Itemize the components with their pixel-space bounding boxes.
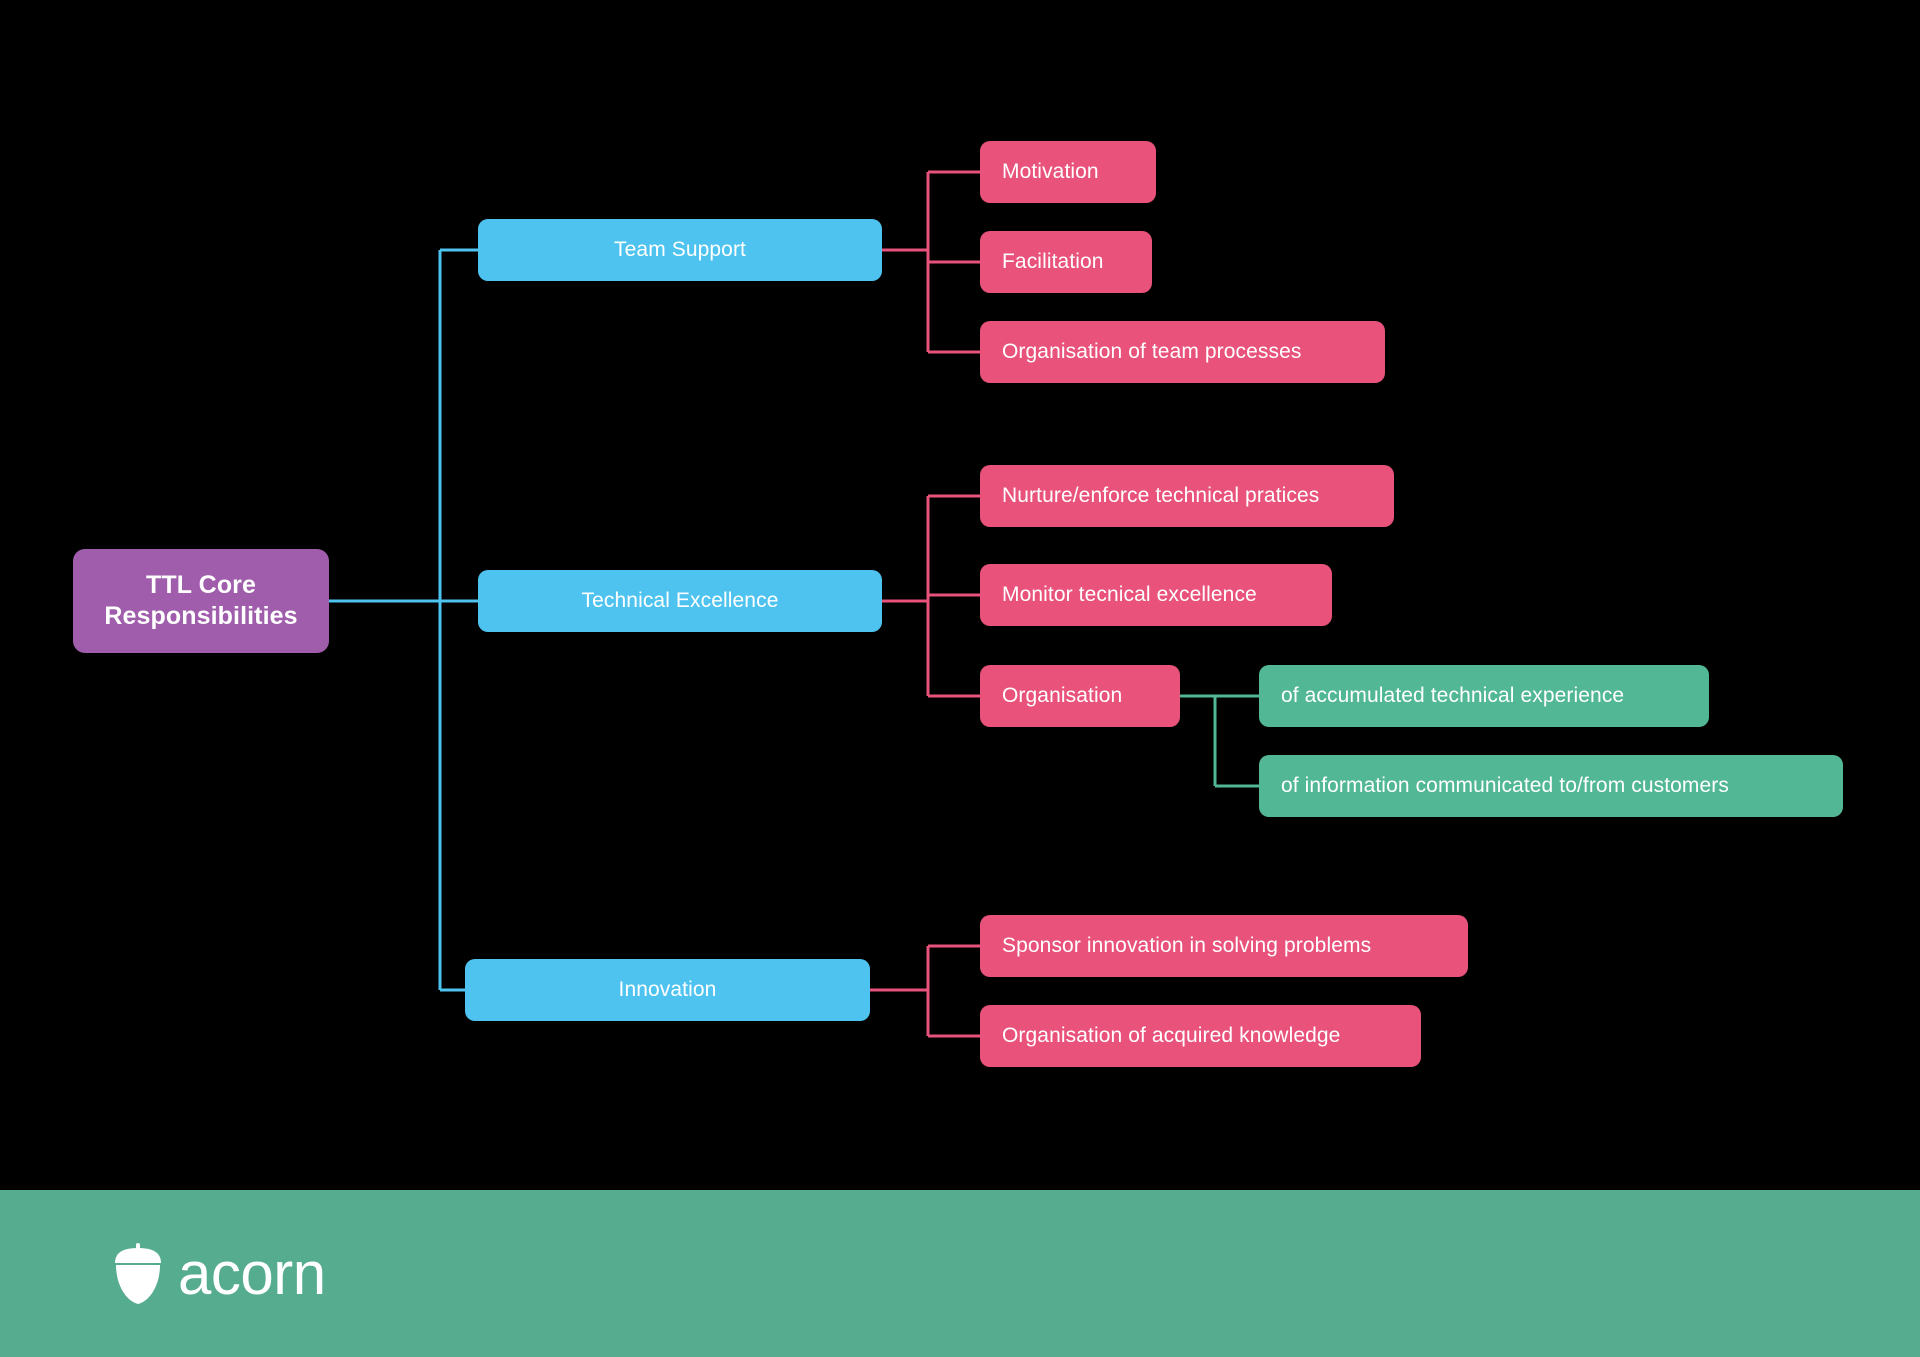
node-branch-technical-excellence-label: Technical Excellence [581,589,779,612]
node-root-label-line2: Responsibilities [104,602,298,630]
footer-bar: acorn [0,1190,1920,1357]
node-leaf-nurture-enforce-technical-pratices-label: Nurture/enforce technical pratices [1002,484,1320,507]
node-branch-innovation[interactable]: Innovation [465,959,870,1021]
node-leaf-monitor-tecnical-excellence-label: Monitor tecnical excellence [1002,583,1257,606]
node-root-label: TTL Core Responsibilities [104,570,297,633]
node-leaf-motivation[interactable]: Motivation [980,141,1156,203]
node-branch-team-support-label: Team Support [614,238,746,261]
node-subleaf-information-communicated-customers-label: of information communicated to/from cust… [1281,774,1730,797]
node-leaf-motivation-label: Motivation [1002,160,1099,183]
node-leaf-sponsor-innovation-in-solving-problems-label: Sponsor innovation in solving problems [1002,934,1372,957]
node-root-ttl-core-responsibilities[interactable]: TTL Core Responsibilities [73,549,329,653]
node-branch-team-support[interactable]: Team Support [478,219,882,281]
acorn-logo[interactable]: acorn [112,1239,326,1307]
node-leaf-facilitation-label: Facilitation [1002,250,1104,273]
acorn-icon [115,1242,161,1304]
mind-map: TTL Core Responsibilities Team Support M… [0,0,1920,1190]
node-leaf-nurture-enforce-technical-pratices[interactable]: Nurture/enforce technical pratices [980,465,1394,527]
node-leaf-organisation-of-team-processes-label: Organisation of team processes [1002,340,1302,363]
node-branch-technical-excellence[interactable]: Technical Excellence [478,570,882,632]
node-leaf-facilitation[interactable]: Facilitation [980,231,1152,293]
node-subleaf-accumulated-technical-experience-label: of accumulated technical experience [1281,684,1625,707]
node-branch-innovation-label: Innovation [618,978,717,1001]
node-leaf-organisation[interactable]: Organisation [980,665,1180,727]
node-leaf-organisation-of-team-processes[interactable]: Organisation of team processes [980,321,1385,383]
diagram-canvas: TTL Core Responsibilities Team Support M… [0,0,1920,1357]
acorn-wordmark: acorn [178,1239,326,1307]
node-leaf-organisation-of-acquired-knowledge[interactable]: Organisation of acquired knowledge [980,1005,1421,1067]
node-leaf-organisation-label: Organisation [1002,684,1123,707]
node-root-label-line1: TTL Core [145,570,257,599]
node-subleaf-information-communicated-customers[interactable]: of information communicated to/from cust… [1259,755,1843,817]
node-leaf-organisation-of-acquired-knowledge-label: Organisation of acquired knowledge [1002,1024,1341,1047]
node-leaf-sponsor-innovation-in-solving-problems[interactable]: Sponsor innovation in solving problems [980,915,1468,977]
node-leaf-monitor-tecnical-excellence[interactable]: Monitor tecnical excellence [980,564,1332,626]
node-subleaf-accumulated-technical-experience[interactable]: of accumulated technical experience [1259,665,1709,727]
